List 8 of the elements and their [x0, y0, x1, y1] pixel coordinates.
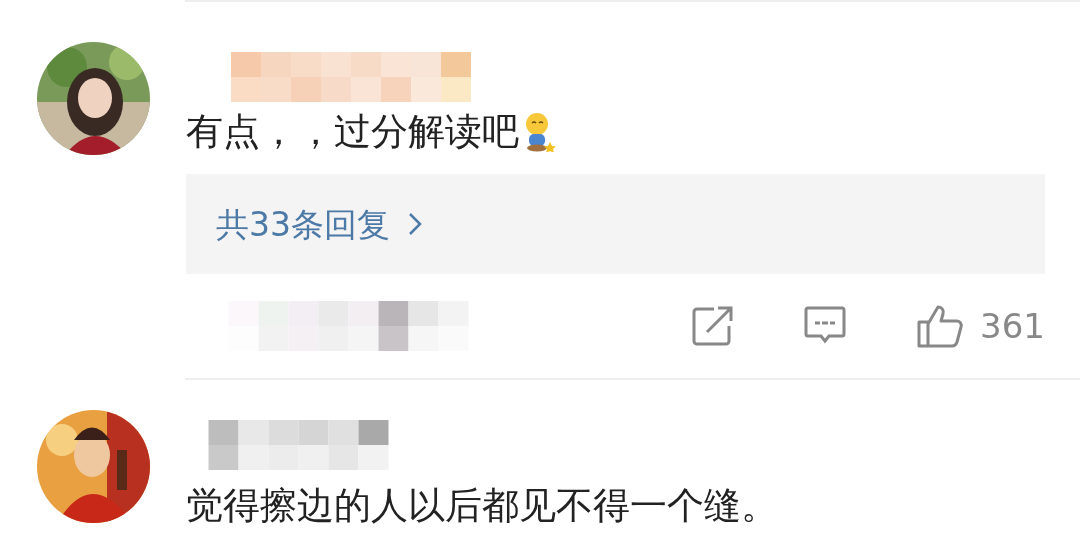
comment-text: 觉得擦边的人以后都见不得一个缝。: [186, 484, 778, 529]
comment-text: 有点，，过分解读吧: [186, 110, 519, 155]
replies-link[interactable]: 共33条回复: [216, 199, 390, 250]
thumbs-up-icon[interactable]: [916, 304, 965, 349]
share-icon[interactable]: [692, 306, 735, 347]
emoji-icon: [523, 112, 557, 153]
chevron-icon: [408, 212, 422, 237]
like-count: 361: [980, 304, 1045, 348]
